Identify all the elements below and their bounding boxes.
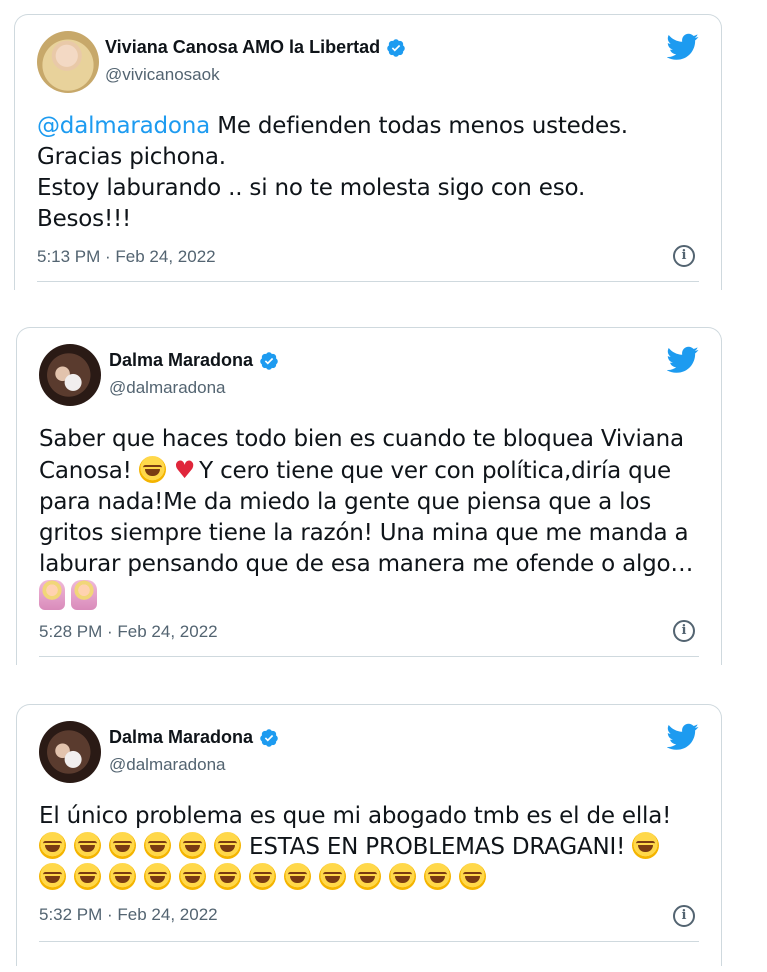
display-name[interactable]: Viviana Canosa AMO la Libertad: [105, 37, 380, 58]
rofl-emoji-icon: [74, 863, 101, 890]
rofl-emoji-icon: [74, 832, 101, 859]
emoji-line: [39, 863, 711, 894]
twitter-bird-icon[interactable]: [667, 346, 699, 374]
tweet-card[interactable]: Dalma Maradona @dalmaradona El único pro…: [16, 704, 722, 966]
tweet-timestamp[interactable]: 5:28 PM · Feb 24, 2022: [39, 622, 218, 642]
rofl-emoji-icon: [319, 863, 346, 890]
divider: [37, 281, 699, 282]
rofl-emoji-icon: [39, 832, 66, 859]
tweet-line: Besos!!!: [37, 206, 132, 232]
twitter-bird-icon[interactable]: [667, 33, 699, 61]
tweet-line: Me defienden todas menos ustedes.: [217, 113, 628, 139]
tweet-line: gritos siempre tiene la razón! Una mina …: [39, 520, 689, 546]
tweet-timestamp[interactable]: 5:32 PM · Feb 24, 2022: [39, 905, 218, 925]
display-name[interactable]: Dalma Maradona: [109, 350, 253, 371]
mention-link[interactable]: @dalmaradona: [37, 113, 210, 139]
rofl-emoji-icon: [109, 863, 136, 890]
person-shrugging-emoji-icon: [39, 580, 65, 610]
tweet-line: Gracias pichona.: [37, 144, 226, 170]
verified-badge-icon: [260, 728, 278, 747]
tweet-line-prefix: Canosa!: [39, 458, 132, 484]
tweet-line: El único problema es que mi abogado tmb …: [39, 803, 672, 829]
tweet-line: para nada!Me da miedo la gente que piens…: [39, 489, 652, 515]
rofl-emoji-icon: [109, 832, 136, 859]
avatar[interactable]: [37, 31, 99, 93]
tweet-line: laburar pensando que de esa manera me of…: [39, 551, 694, 577]
author-handle[interactable]: @dalmaradona: [109, 378, 226, 398]
verified-badge-icon: [387, 38, 405, 57]
tweet-line: Y cero tiene que ver con política,diría …: [199, 458, 671, 484]
info-icon[interactable]: i: [673, 905, 695, 927]
author-handle[interactable]: @dalmaradona: [109, 755, 226, 775]
tweet-text: @dalmaradona Me defienden todas menos us…: [37, 111, 697, 235]
info-icon[interactable]: i: [673, 245, 695, 267]
avatar[interactable]: [39, 721, 101, 783]
divider: [39, 941, 699, 942]
tweet-line: ESTAS EN PROBLEMAS DRAGANI!: [249, 834, 626, 860]
info-icon[interactable]: i: [673, 620, 695, 642]
author-name-row[interactable]: Viviana Canosa AMO la Libertad: [105, 37, 406, 58]
rofl-emoji-icon: [214, 832, 241, 859]
author-name-row[interactable]: Dalma Maradona: [109, 727, 279, 748]
rofl-emoji-icon: [354, 863, 381, 890]
tweet-timestamp[interactable]: 5:13 PM · Feb 24, 2022: [37, 247, 216, 267]
rofl-emoji-icon: [249, 863, 276, 890]
emoji-line: ESTAS EN PROBLEMAS DRAGANI!: [39, 832, 711, 863]
display-name[interactable]: Dalma Maradona: [109, 727, 253, 748]
tweet-text: Saber que haces todo bien es cuando te b…: [39, 424, 711, 613]
tweet-text: El único problema es que mi abogado tmb …: [39, 801, 711, 894]
rofl-emoji-icon: [284, 863, 311, 890]
rofl-emoji-icon: [179, 832, 206, 859]
rofl-emoji-icon: [424, 863, 451, 890]
rofl-emoji-icon: [144, 863, 171, 890]
author-name-row[interactable]: Dalma Maradona: [109, 350, 279, 371]
tweet-line: Saber que haces todo bien es cuando te b…: [39, 426, 684, 452]
rofl-emoji-icon: [144, 832, 171, 859]
rofl-emoji-icon: [179, 863, 206, 890]
person-facepalming-emoji-icon: [71, 580, 97, 610]
divider: [39, 656, 699, 657]
rofl-emoji-icon: [39, 863, 66, 890]
rofl-emoji-icon: [389, 863, 416, 890]
tweet-line: Estoy laburando .. si no te molesta sigo…: [37, 175, 586, 201]
verified-badge-icon: [260, 351, 278, 370]
author-handle[interactable]: @vivicanosaok: [105, 65, 220, 85]
avatar[interactable]: [39, 344, 101, 406]
rofl-emoji-icon: [632, 832, 660, 859]
red-heart-emoji-icon: ♥: [173, 456, 196, 484]
rofl-emoji-icon: [138, 456, 166, 483]
rofl-emoji-icon: [214, 863, 241, 890]
tweet-card[interactable]: Dalma Maradona @dalmaradona Saber que ha…: [16, 327, 722, 665]
twitter-bird-icon[interactable]: [667, 723, 699, 751]
tweet-card[interactable]: Viviana Canosa AMO la Libertad @vivicano…: [14, 14, 722, 290]
rofl-emoji-icon: [459, 863, 486, 890]
